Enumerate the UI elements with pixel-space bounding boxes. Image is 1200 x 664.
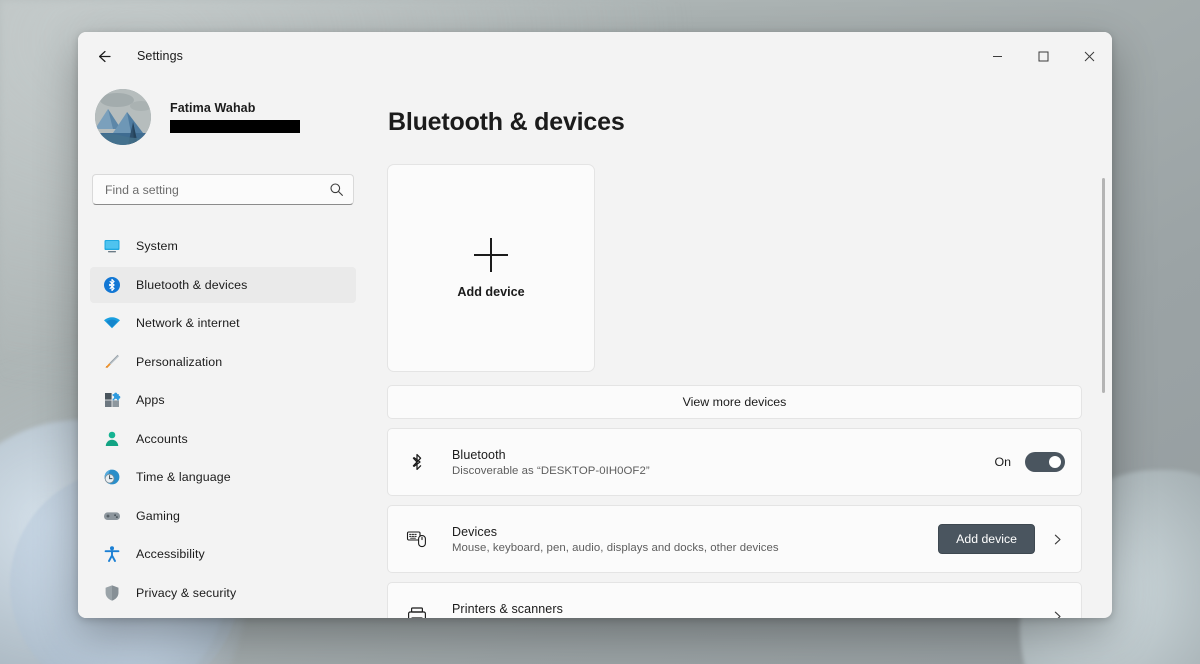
bluetooth-row-text: Bluetooth Discoverable as “DESKTOP-0IH0O…: [452, 448, 994, 477]
app-title: Settings: [137, 49, 183, 63]
sidebar-item-label: Privacy & security: [136, 585, 237, 600]
view-more-devices-button[interactable]: View more devices: [387, 385, 1082, 419]
bluetooth-setting-card: Bluetooth Discoverable as “DESKTOP-0IH0O…: [387, 428, 1082, 496]
search-input[interactable]: [105, 182, 329, 197]
page-title: Bluetooth & devices: [388, 108, 625, 136]
clock-globe-icon: [102, 467, 122, 487]
close-button[interactable]: [1066, 32, 1112, 80]
devices-row-controls: Add device: [938, 524, 1065, 554]
sidebar-nav-list: System Bluetooth & devices Network & int…: [90, 228, 356, 613]
shield-icon: [102, 583, 122, 603]
close-icon: [1084, 51, 1094, 61]
chevron-right-icon[interactable]: [1049, 608, 1065, 618]
accessibility-person-icon: [102, 544, 122, 564]
avatar[interactable]: [95, 89, 151, 145]
sidebar-item-label: System: [136, 239, 178, 253]
sidebar-item-privacy-security[interactable]: Privacy & security: [90, 575, 356, 611]
window-titlebar: Settings: [78, 32, 1112, 80]
sidebar-item-gaming[interactable]: Gaming: [90, 498, 356, 534]
sidebar-item-label: Accounts: [136, 431, 188, 446]
add-device-button[interactable]: Add device: [938, 524, 1035, 554]
row-subtitle: Mouse, keyboard, pen, audio, displays an…: [452, 541, 779, 554]
chevron-right-icon[interactable]: [1049, 531, 1065, 547]
search-icon: [330, 183, 343, 196]
sidebar-item-label: Accessibility: [136, 547, 205, 561]
row-title: Devices: [452, 524, 498, 539]
settings-window: Settings Fatima Wahab Find a setting Sys…: [78, 32, 1112, 618]
devices-row[interactable]: Devices Mouse, keyboard, pen, audio, dis…: [388, 506, 1081, 572]
sidebar-item-label: Personalization: [136, 354, 223, 369]
sidebar-item-label: Time & language: [136, 470, 231, 484]
sidebar-item-label: Gaming: [136, 508, 180, 523]
add-device-card[interactable]: Add device: [387, 164, 595, 372]
monitor-icon: [102, 236, 122, 256]
sidebar-item-bluetooth-devices[interactable]: Bluetooth & devices: [90, 266, 356, 303]
maximize-button[interactable]: [1020, 32, 1066, 80]
printers-scanners-row[interactable]: Printers & scanners Preferences, trouble…: [388, 583, 1081, 618]
printers-row-controls: [1049, 608, 1065, 618]
account-text: Fatima Wahab: [170, 101, 300, 133]
account-email-redacted: [170, 120, 300, 133]
row-title: Bluetooth: [452, 447, 506, 462]
gamepad-icon: [102, 506, 122, 526]
account-block[interactable]: Fatima Wahab: [90, 80, 356, 148]
search-box[interactable]: [92, 174, 354, 205]
sidebar-item-accounts[interactable]: Accounts: [90, 421, 356, 457]
sidebar-item-label: Apps: [136, 393, 165, 407]
bluetooth-row-controls: On: [994, 452, 1065, 472]
bluetooth-row[interactable]: Bluetooth Discoverable as “DESKTOP-0IH0O…: [388, 429, 1081, 495]
row-title: Printers & scanners: [452, 601, 563, 616]
main-content: Bluetooth & devices Add device View more…: [368, 80, 1112, 618]
bluetooth-icon: [405, 450, 429, 474]
row-subtitle: Discoverable as “DESKTOP-0IH0OF2”: [452, 464, 650, 477]
bluetooth-toggle-state: On: [994, 455, 1011, 469]
scrollbar-thumb[interactable]: [1102, 178, 1105, 393]
sidebar: Fatima Wahab Find a setting System Bluet…: [78, 80, 368, 618]
bluetooth-icon: [102, 275, 122, 295]
toggle-knob: [1049, 456, 1061, 468]
person-icon: [102, 429, 122, 449]
sidebar-item-personalization[interactable]: Personalization: [90, 344, 356, 380]
bluetooth-toggle[interactable]: [1025, 452, 1065, 472]
view-more-devices-label: View more devices: [682, 395, 787, 409]
minimize-button[interactable]: [974, 32, 1020, 80]
mountain-landscape-avatar: [95, 89, 151, 145]
desktop-wallpaper: Settings Fatima Wahab Find a setting Sys…: [0, 0, 1200, 664]
back-button[interactable]: [87, 39, 121, 73]
apps-grid-icon: [102, 390, 122, 410]
back-arrow-icon: [98, 50, 111, 62]
maximize-icon: [1038, 51, 1048, 61]
sidebar-item-accessibility[interactable]: Accessibility: [90, 536, 356, 572]
printer-icon: [405, 604, 429, 618]
main-scroll-area: Bluetooth & devices Add device View more…: [368, 80, 1112, 618]
printers-setting-card: Printers & scanners Preferences, trouble…: [387, 582, 1082, 618]
scrollbar-track[interactable]: [1102, 178, 1105, 478]
add-device-card-label: Add device: [457, 284, 525, 299]
sidebar-item-system[interactable]: System: [90, 228, 356, 264]
devices-row-text: Devices Mouse, keyboard, pen, audio, dis…: [452, 525, 938, 554]
wifi-icon: [102, 313, 122, 333]
sidebar-item-time-language[interactable]: Time & language: [90, 459, 356, 495]
window-controls: [974, 32, 1112, 80]
paintbrush-icon: [102, 352, 122, 372]
account-name: Fatima Wahab: [170, 101, 256, 115]
sidebar-item-apps[interactable]: Apps: [90, 382, 356, 418]
minimize-icon: [992, 55, 1002, 57]
sidebar-item-network-internet[interactable]: Network & internet: [90, 305, 356, 341]
sidebar-item-label: Bluetooth & devices: [136, 277, 248, 292]
devices-setting-card: Devices Mouse, keyboard, pen, audio, dis…: [387, 505, 1082, 573]
window-body: Fatima Wahab Find a setting System Bluet…: [78, 80, 1112, 618]
keyboard-mouse-icon: [405, 527, 429, 551]
sidebar-item-label: Network & internet: [136, 316, 240, 330]
printers-row-text: Printers & scanners Preferences, trouble…: [452, 602, 1049, 619]
plus-icon: [474, 237, 508, 272]
